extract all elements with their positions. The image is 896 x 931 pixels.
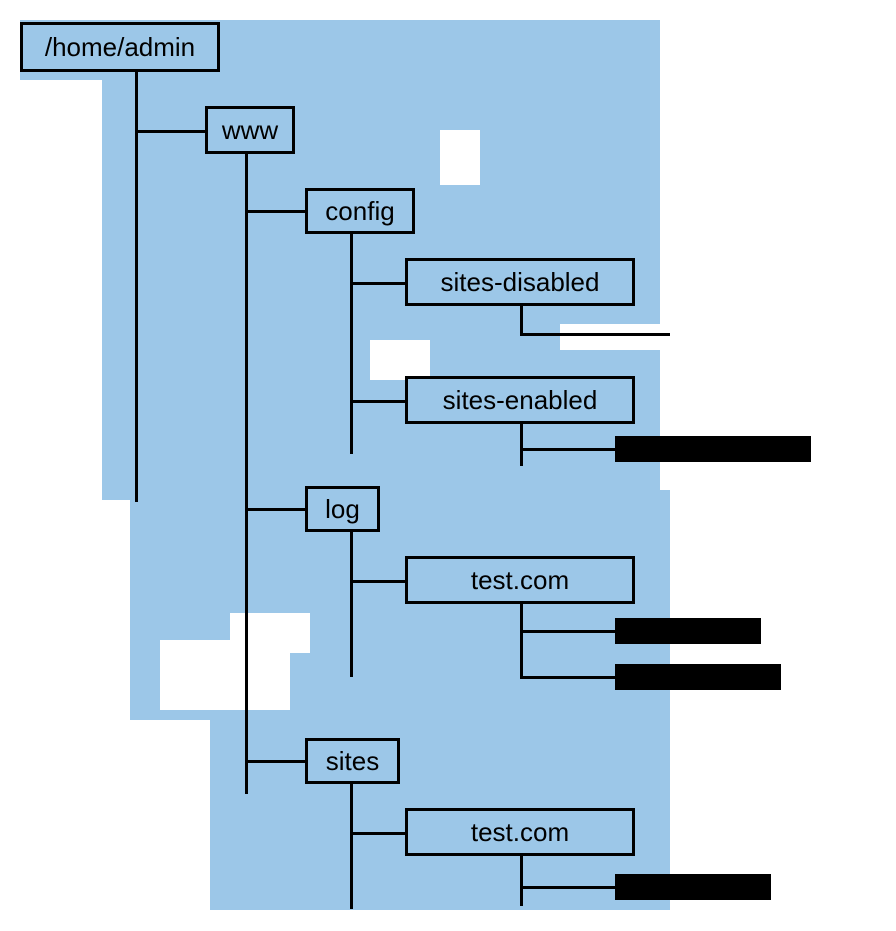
dir-log-testcom: test.com [405, 556, 635, 604]
dir-label: log [325, 494, 360, 525]
file-label: test.com.conf [623, 435, 766, 463]
dir-label: /home/admin [45, 32, 195, 63]
dir-label: sites-enabled [443, 385, 598, 416]
directory-tree-diagram: /home/admin www config sites-disabled si… [0, 0, 896, 931]
dir-www: www [205, 106, 295, 154]
dir-label: sites-disabled [441, 267, 600, 298]
dir-sites-disabled: sites-disabled [405, 258, 635, 306]
file-label: access.log [623, 663, 736, 691]
file-log-2: access.log [615, 664, 781, 690]
file-log-1: error.log [615, 618, 761, 644]
dir-sites: sites [305, 738, 400, 784]
file-label: index.html [623, 873, 732, 901]
dir-sites-enabled: sites-enabled [405, 376, 635, 424]
dir-label: sites [326, 746, 379, 777]
dir-sites-testcom: test.com [405, 808, 635, 856]
dir-config: config [305, 188, 415, 234]
dir-log: log [305, 486, 380, 532]
dir-label: config [325, 196, 394, 227]
dir-label: test.com [471, 565, 569, 596]
file-sites-enabled-conf: test.com.conf [615, 436, 811, 462]
dir-label: test.com [471, 817, 569, 848]
file-sites-index: index.html [615, 874, 771, 900]
dir-home-admin: /home/admin [20, 22, 220, 72]
file-label: error.log [623, 617, 711, 645]
dir-label: www [222, 115, 278, 146]
